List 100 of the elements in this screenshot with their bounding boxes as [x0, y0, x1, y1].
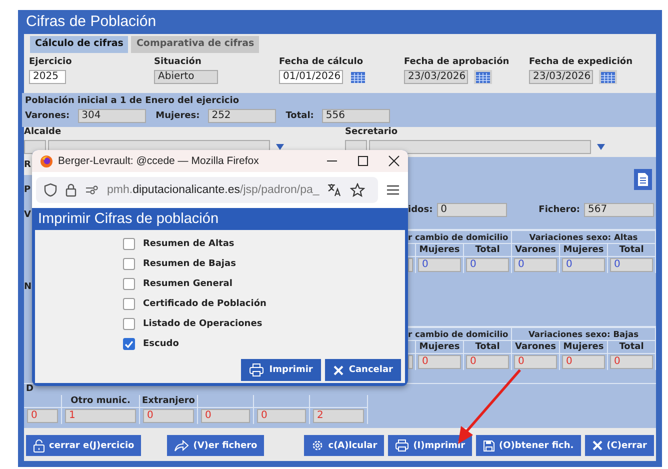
input-field: 556 [322, 109, 390, 123]
checkbox-label: Resumen de Altas [143, 239, 234, 249]
translate-icon[interactable] [327, 183, 342, 197]
printer-icon [395, 439, 410, 452]
input-field [408, 355, 413, 369]
input-field: 1 [65, 409, 136, 423]
select-field[interactable] [369, 140, 591, 154]
input-field[interactable]: 2025 [29, 70, 66, 84]
action-button[interactable]: (V)er fichero [167, 435, 264, 456]
column-header: Total [608, 340, 656, 353]
input-field: 0 [436, 203, 507, 217]
dialog-title: Imprimir Cifras de población [37, 210, 220, 229]
window-title: Cifras de Población [25, 12, 158, 32]
share-arrow-icon [174, 440, 190, 452]
checkbox-label: Listado de Operaciones [143, 319, 262, 329]
column-header: Otro munic. [70, 396, 130, 406]
input-field: 304 [78, 109, 146, 123]
input-field: 0 [418, 355, 461, 369]
calendar-icon[interactable] [349, 70, 367, 84]
input-field: 0 [418, 258, 461, 272]
input-field[interactable]: 01/01/2026 [279, 70, 343, 84]
shield-icon [44, 183, 57, 197]
maximize-icon[interactable] [357, 155, 369, 167]
checkbox[interactable] [123, 238, 135, 250]
close-icon[interactable] [388, 155, 400, 167]
checkbox-label: Escudo [143, 339, 179, 349]
column-header: Total [464, 340, 512, 353]
action-button[interactable]: (I)mprimir [388, 435, 472, 456]
address-bar[interactable]: pmh.diputacionalicante.es/jsp/padron/pa_ [36, 177, 378, 203]
input-field: 2 [313, 409, 364, 423]
document-icon [637, 172, 649, 187]
column-header: Mujeres [416, 340, 464, 353]
column-header: Mujeres [560, 340, 608, 353]
input-field: 0 [143, 409, 194, 423]
field-label: Ejercicio [29, 57, 73, 67]
field-label: R [24, 160, 31, 170]
input-field: 0 [201, 409, 250, 423]
save-icon [483, 440, 496, 452]
column-header: Varones [512, 340, 560, 353]
input-field [408, 258, 413, 272]
input-field: 0 [562, 258, 605, 272]
checkbox-label: Resumen General [143, 279, 232, 289]
close-icon [332, 364, 344, 376]
column-header: Varones [512, 243, 560, 256]
checkbox[interactable] [123, 278, 135, 290]
lock-icon [65, 183, 77, 197]
dialog-button[interactable]: Cancelar [324, 359, 401, 381]
document-button[interactable] [634, 169, 652, 190]
input-field: 0 [257, 409, 306, 423]
permissions-icon [85, 185, 99, 195]
section-title: Población inicial a 1 de Enero del ejercicio [25, 96, 240, 106]
dialog-button[interactable]: Imprimir [241, 359, 321, 381]
star-icon[interactable] [350, 183, 366, 197]
field-label: Total: [286, 111, 314, 121]
browser-logo-icon [40, 154, 53, 168]
action-button[interactable]: c(A)lcular [304, 435, 384, 456]
settings-icon [311, 439, 324, 452]
url-text: pmh.diputacionalicante.es/jsp/padron/pa_ [107, 184, 320, 196]
menu-icon[interactable] [386, 184, 400, 196]
checkbox[interactable] [123, 338, 135, 350]
field-label: Fichero: [538, 205, 580, 215]
field-label: Fecha de expedición [529, 57, 634, 67]
input-field: 567 [584, 203, 654, 217]
checkbox[interactable] [123, 298, 135, 310]
input-field: 0 [562, 355, 605, 369]
checkbox[interactable] [123, 318, 135, 330]
column-header: Total [608, 243, 656, 256]
input-field: 0 [466, 258, 509, 272]
action-button[interactable]: cerrar e(J)ercicio [26, 435, 142, 456]
column-header: Mujeres [416, 243, 464, 256]
column-header: Extranjero [142, 396, 195, 406]
field-label: idos: [408, 205, 433, 215]
field-label: Secretario [345, 127, 399, 137]
input-field: 0 [27, 409, 58, 423]
input-field: 0 [514, 258, 557, 272]
field-label: Fecha de aprobación [404, 57, 510, 67]
field-label: D [25, 384, 34, 395]
field-label: Varones: [25, 111, 70, 121]
tab[interactable]: Comparativa de cifras [131, 36, 260, 53]
column-group-header: Variaciones sexo: Bajas [512, 328, 656, 340]
field-label: Fecha de cálculo [279, 57, 364, 67]
input-field: 0 [610, 355, 653, 369]
dropdown-icon[interactable] [596, 143, 606, 151]
field-label: Mujeres: [156, 111, 200, 121]
lock-icon [33, 438, 45, 452]
field-label: Alcalde [24, 127, 62, 137]
action-button[interactable]: (O)btener fich. [476, 435, 581, 456]
input-field: 0 [514, 355, 557, 369]
checkbox-label: Certificado de Población [143, 299, 266, 309]
field-label: Situación [154, 57, 202, 67]
window-title: Berger-Levrault: @ccede — Mozilla Firefox [58, 155, 260, 167]
input-field: 252 [208, 109, 276, 123]
field-label: N [24, 282, 32, 292]
field-label: V [24, 210, 31, 220]
column-header: Total [464, 243, 512, 256]
checkbox[interactable] [123, 258, 135, 270]
input-field: 0 [466, 355, 509, 369]
printer-icon [249, 363, 264, 377]
tab[interactable]: Cálculo de cifras [30, 36, 128, 53]
action-button[interactable]: (C)errar [584, 435, 654, 456]
